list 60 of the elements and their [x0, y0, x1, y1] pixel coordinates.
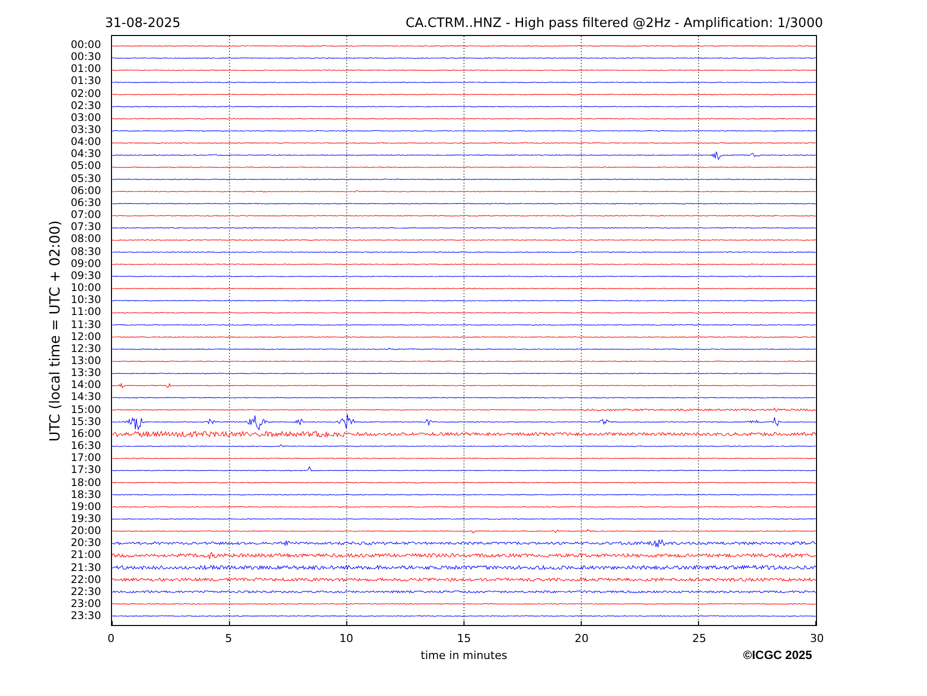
time-label: 23:00 [70, 598, 101, 610]
y-axis-label: UTC (local time = UTC + 02:00) [48, 220, 64, 442]
time-label: 20:30 [70, 537, 101, 550]
date-label: 31-08-2025 [105, 16, 181, 31]
x-tick-label: 5 [224, 632, 234, 645]
time-label: 21:00 [70, 549, 101, 562]
time-label: 23:30 [70, 610, 101, 622]
x-tick-label: 30 [808, 632, 825, 645]
x-tick-label: 15 [456, 632, 472, 645]
time-label: 15:00 [70, 404, 101, 416]
time-label: 18:00 [70, 476, 101, 489]
time-label: 11:00 [70, 306, 101, 318]
time-label: 00:30 [70, 51, 101, 64]
time-label: 06:00 [70, 184, 101, 197]
time-label: 00:00 [70, 38, 101, 52]
time-label: 22:00 [70, 574, 101, 586]
time-label: 09:00 [70, 258, 101, 270]
time-label: 10:00 [70, 282, 101, 294]
time-label: 17:30 [70, 464, 101, 477]
x-axis-label: time in minutes [420, 649, 508, 662]
time-label: 03:30 [70, 124, 101, 136]
time-label: 05:30 [70, 172, 101, 185]
chart-title: CA.CTRM..HNZ - High pass filtered @2Hz - Amplification: 1/3000 [406, 16, 823, 31]
time-label: 12:30 [70, 342, 101, 355]
x-tick-label: 0 [106, 632, 116, 645]
time-label: 09:30 [70, 270, 101, 282]
time-label: 12:00 [70, 330, 101, 343]
time-label: 13:30 [70, 367, 101, 380]
time-label: 04:30 [70, 148, 101, 160]
time-label: 01:30 [70, 75, 101, 88]
time-label: 20:00 [70, 525, 101, 538]
time-label: 17:00 [70, 452, 101, 464]
time-label: 19:30 [70, 513, 101, 526]
time-label: 05:00 [70, 160, 101, 173]
time-label: 18:30 [70, 488, 101, 501]
time-label: 22:30 [70, 586, 101, 598]
time-label: 01:00 [70, 63, 101, 76]
time-label: 04:00 [70, 136, 101, 148]
time-label: 16:30 [70, 440, 101, 452]
x-tick-label: 25 [691, 632, 708, 645]
time-label: 14:00 [70, 379, 101, 392]
time-label: 14:30 [70, 391, 101, 404]
time-label: 06:30 [70, 196, 101, 210]
time-label: 15:30 [70, 416, 101, 428]
time-label: 21:30 [70, 562, 101, 574]
time-label: 08:30 [70, 246, 101, 258]
time-label: 02:30 [70, 100, 101, 112]
time-label: 10:30 [70, 294, 101, 306]
time-label: 02:00 [70, 88, 101, 100]
time-label: 19:00 [70, 500, 101, 513]
time-label: 07:30 [70, 221, 101, 234]
time-label: 08:00 [70, 233, 101, 246]
time-label: 03:00 [70, 112, 101, 124]
time-label: 16:00 [70, 428, 101, 440]
x-tick-label: 20 [574, 632, 590, 645]
time-label: 13:00 [70, 354, 101, 368]
x-tick-label: 10 [338, 632, 354, 645]
copyright-label: ©ICGC 2025 [743, 648, 812, 662]
time-label: 11:30 [70, 318, 101, 331]
time-label: 07:00 [70, 209, 101, 222]
